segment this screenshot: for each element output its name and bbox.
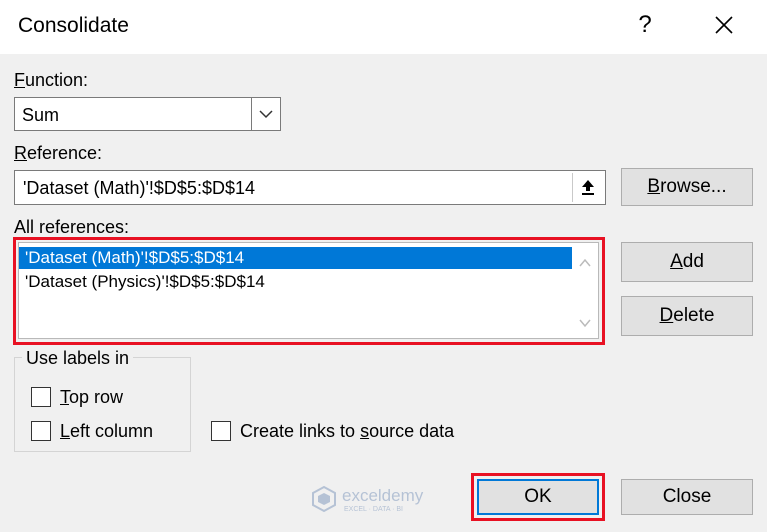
list-item[interactable]: 'Dataset (Math)'!$D$5:$D$14 <box>19 247 572 269</box>
left-column-checkbox[interactable] <box>31 421 51 441</box>
create-links-checkbox[interactable] <box>211 421 231 441</box>
delete-button[interactable]: Delete <box>621 296 753 336</box>
use-labels-title: Use labels in <box>22 348 134 369</box>
watermark-tagline: EXCEL · DATA · BI <box>344 506 403 513</box>
collapse-dialog-icon[interactable] <box>572 173 603 202</box>
add-button[interactable]: Add <box>621 242 753 282</box>
chevron-down-icon[interactable] <box>251 98 280 130</box>
scrollbar[interactable] <box>573 244 597 337</box>
reference-label: Reference: <box>14 143 103 163</box>
list-item[interactable]: 'Dataset (Physics)'!$D$5:$D$14 <box>19 271 572 293</box>
reference-input[interactable]: 'Dataset (Math)'!$D$5:$D$14 <box>14 170 606 205</box>
browse-button[interactable]: Browse... <box>621 168 753 206</box>
top-row-checkbox[interactable] <box>31 387 51 407</box>
exceldemy-watermark: exceldemy EXCEL · DATA · BI <box>310 484 460 514</box>
reference-value: 'Dataset (Math)'!$D$5:$D$14 <box>23 178 255 198</box>
all-references-label: All references: <box>14 217 130 237</box>
function-label: Function: <box>14 70 89 90</box>
close-icon[interactable] <box>706 9 742 43</box>
help-icon[interactable]: ? <box>634 10 656 40</box>
function-dropdown[interactable]: Sum <box>14 97 281 131</box>
left-column-label: Left column <box>60 421 154 441</box>
top-row-label: Top row <box>60 387 124 407</box>
watermark-name: exceldemy <box>342 486 424 505</box>
ok-button[interactable]: OK <box>477 479 599 515</box>
close-button[interactable]: Close <box>621 479 753 515</box>
title-bar: Consolidate ? <box>0 0 767 54</box>
function-value: Sum <box>22 105 60 125</box>
create-links-label: Create links to source data <box>240 421 455 441</box>
window-title: Consolidate <box>18 14 129 37</box>
all-references-list[interactable]: 'Dataset (Math)'!$D$5:$D$14 'Dataset (Ph… <box>18 242 599 339</box>
